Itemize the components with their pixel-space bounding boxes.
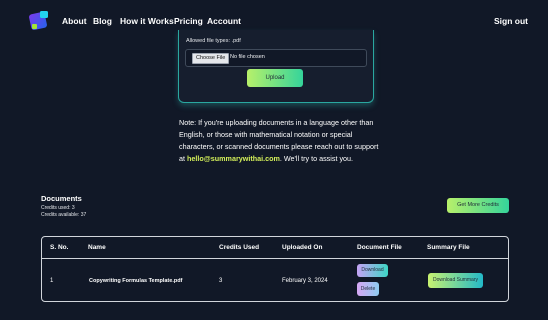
column-header-sno: S. No. — [50, 244, 69, 251]
documents-table: S. No. Name Credits Used Uploaded On Doc… — [41, 236, 509, 302]
cell-uploaded-on: February 3, 2024 — [282, 278, 328, 284]
column-header-uploaded-on: Uploaded On — [282, 244, 323, 251]
upload-card: Allowed file types: .pdf Choose File No … — [178, 30, 374, 103]
file-input[interactable]: Choose File No file chosen — [185, 49, 367, 67]
nav-about[interactable]: About — [62, 16, 87, 26]
no-file-chosen-label: No file chosen — [230, 54, 265, 60]
choose-file-button[interactable]: Choose File — [192, 53, 230, 64]
documents-heading: Documents — [41, 194, 82, 203]
cell-credits-used: 3 — [219, 278, 223, 284]
language-note: Note: If you're uploading documents in a… — [179, 117, 379, 165]
cell-file-name: Copywriting Formulas Template.pdf — [89, 278, 183, 284]
get-more-credits-button[interactable]: Get More Credits — [447, 198, 509, 213]
credits-available-label: Credits available: 37 — [41, 212, 87, 218]
allowed-file-types-label: Allowed file types: .pdf — [186, 38, 241, 44]
header-divider — [42, 258, 508, 259]
column-header-name: Name — [88, 244, 106, 251]
note-text-end: . We'll try to assist you. — [279, 154, 354, 163]
column-header-summary-file: Summary File — [427, 244, 470, 251]
sign-out-link[interactable]: Sign out — [494, 16, 528, 26]
nav-how-it-works[interactable]: How it Works — [120, 16, 174, 26]
download-summary-button[interactable]: Download Summary — [428, 273, 483, 288]
support-email-link[interactable]: hello@summarywithai.com — [187, 154, 280, 163]
nav-account[interactable]: Account — [207, 16, 241, 26]
credits-used-label: Credits used: 3 — [41, 205, 75, 211]
column-header-document-file: Document File — [357, 244, 402, 251]
app-logo-icon[interactable] — [29, 10, 50, 31]
nav-blog[interactable]: Blog — [93, 16, 112, 26]
nav-pricing[interactable]: Pricing — [174, 16, 203, 26]
upload-button[interactable]: Upload — [247, 69, 303, 87]
delete-document-button[interactable]: Delete — [357, 282, 379, 296]
column-header-credits-used: Credits Used — [219, 244, 260, 251]
download-document-button[interactable]: Download — [357, 264, 388, 277]
cell-sno: 1 — [50, 278, 54, 284]
